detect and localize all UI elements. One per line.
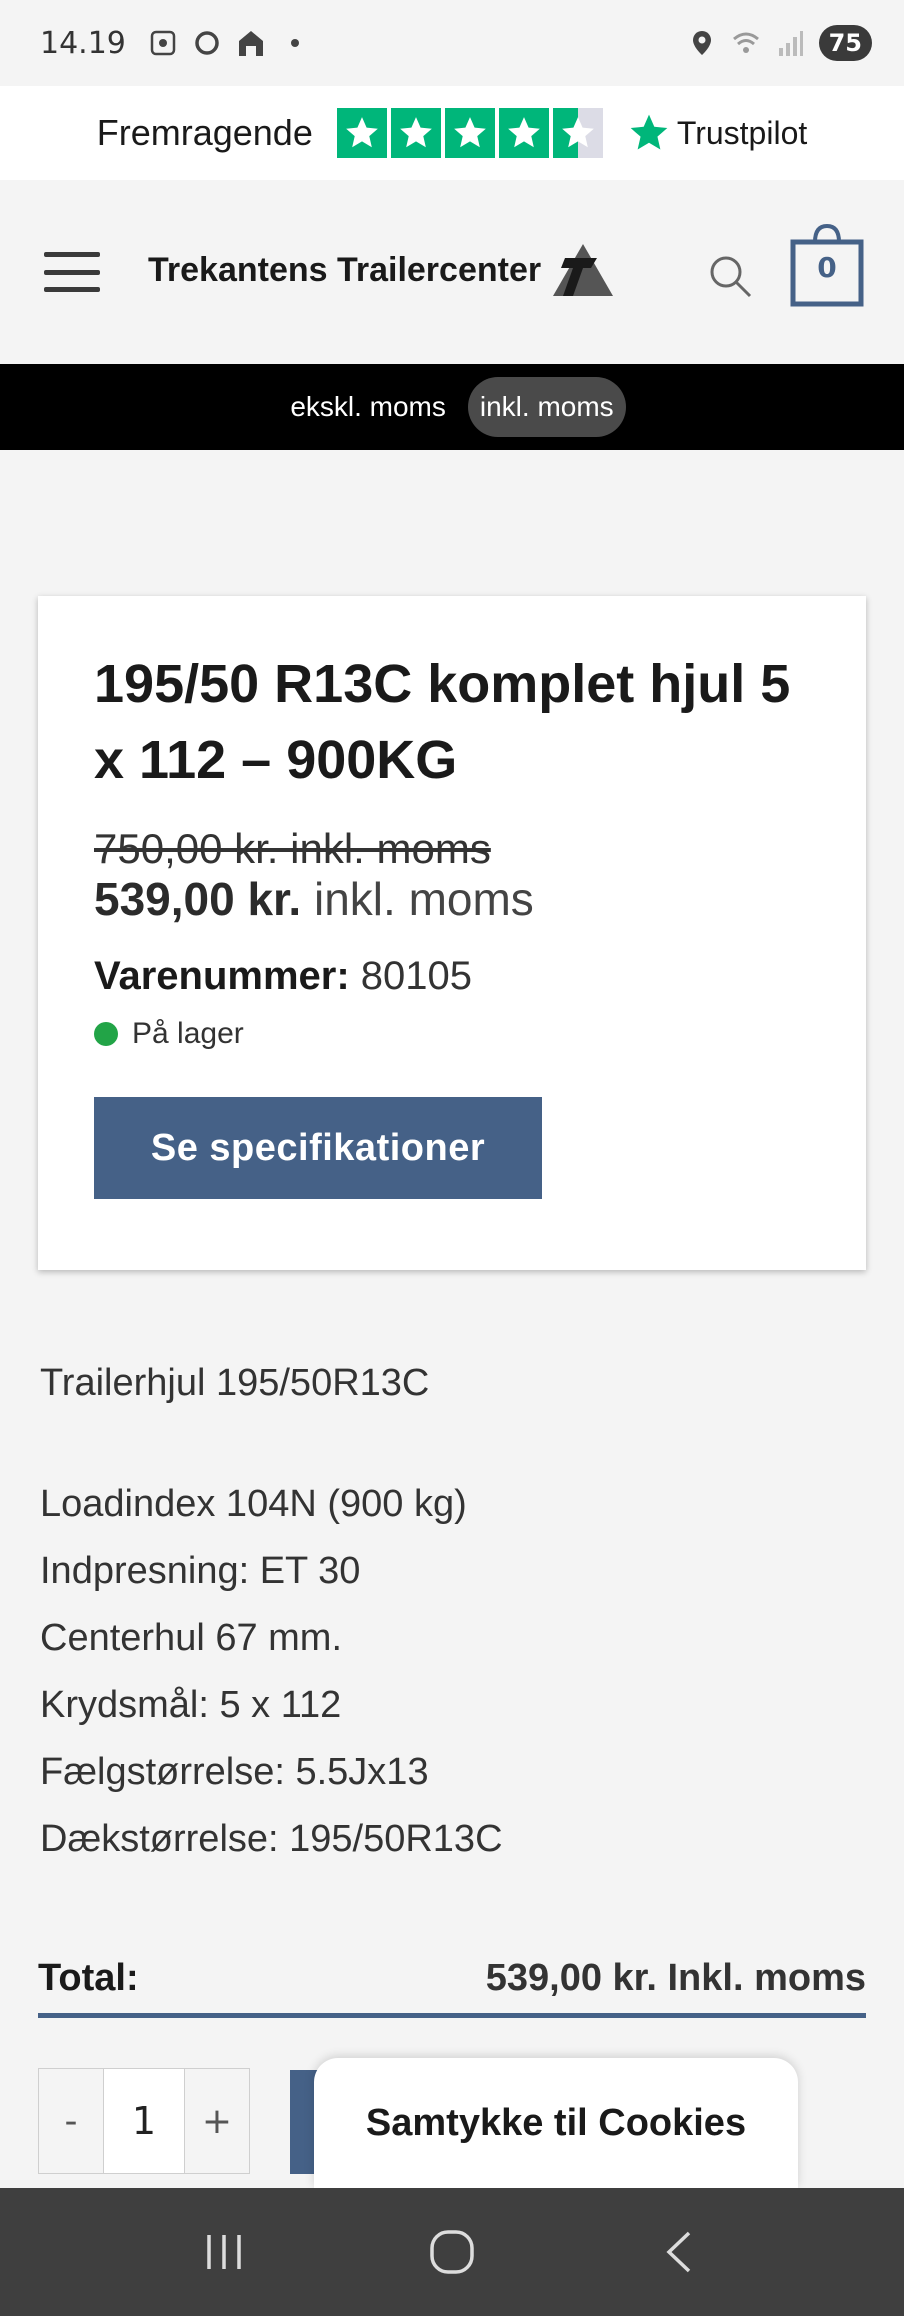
description-line: Centerhul 67 mm.	[40, 1617, 343, 1659]
trustpilot-stars	[336, 108, 603, 158]
logo-triangle-icon	[553, 244, 614, 296]
stock-dot-icon	[94, 1022, 118, 1046]
star-icon	[444, 108, 495, 158]
vat-excl-option[interactable]: ekskl. moms	[278, 377, 458, 437]
total-label: Total:	[38, 1957, 139, 1999]
system-nav-bar	[0, 2188, 904, 2316]
site-header: Trekantens Trailercenter 0	[0, 180, 904, 364]
search-icon[interactable]	[706, 252, 754, 300]
screenshot-icon	[150, 30, 176, 56]
star-icon	[336, 108, 387, 158]
quantity-stepper: - 1 +	[38, 2068, 250, 2174]
star-icon	[390, 108, 441, 158]
trustpilot-brand-text: Trustpilot	[676, 114, 808, 151]
description-intro: Trailerhjul 195/50R13C	[40, 1362, 430, 1404]
location-icon	[692, 31, 711, 55]
quantity-increase-button[interactable]: +	[185, 2069, 249, 2173]
status-time: 14.19	[40, 25, 126, 61]
see-specifications-button[interactable]: Se specifikationer	[94, 1097, 542, 1199]
half-star-icon	[552, 108, 603, 158]
stock-text: På lager	[132, 1017, 244, 1050]
status-bar: 14.19 75	[0, 0, 904, 86]
recent-apps-icon	[207, 2235, 241, 2269]
total-row: Total: 539,00 kr. Inkl. moms	[38, 1944, 866, 2018]
trustpilot-banner[interactable]: Fremragende Trustpilot	[0, 86, 904, 180]
status-system-icons: 75	[687, 0, 872, 86]
vat-incl-option[interactable]: inkl. moms	[467, 377, 626, 437]
description-line: Indpresning: ET 30	[40, 1550, 361, 1592]
back-chevron-icon	[666, 2231, 691, 2273]
sync-icon	[195, 31, 219, 55]
sku: Varenummer: 80105	[94, 954, 810, 999]
current-price-suffix: inkl. moms	[313, 873, 534, 925]
recent-apps-button[interactable]	[194, 2222, 254, 2282]
back-button[interactable]	[650, 2222, 710, 2282]
cart-count: 0	[817, 251, 837, 284]
old-price: 750,00 kr. inkl. moms	[94, 825, 491, 872]
vat-toggle-bar: ekskl. moms inkl. moms	[0, 364, 904, 450]
sku-label: Varenummer:	[94, 954, 350, 998]
home-circle-icon	[430, 2230, 474, 2274]
home-app-icon	[238, 31, 263, 56]
description-line: Krydsmål: 5 x 112	[40, 1684, 342, 1726]
quantity-input[interactable]: 1	[103, 2069, 185, 2173]
wifi-icon	[732, 32, 759, 53]
trustpilot-rating-label: Fremragende	[96, 112, 313, 153]
sku-value: 80105	[360, 954, 473, 998]
dot-icon	[290, 39, 299, 47]
product-title: 195/50 R13C komplet hjul 5 x 112 – 900KG	[94, 654, 791, 790]
site-logo[interactable]: Trekantens Trailercenter	[148, 240, 615, 300]
signal-icon	[778, 31, 803, 56]
total-value: 539,00 kr. Inkl. moms	[485, 1957, 866, 1999]
menu-icon[interactable]	[44, 252, 100, 292]
stock-status: På lager	[94, 1017, 810, 1051]
trustpilot-logo: Trustpilot	[627, 111, 807, 155]
description-line: Dækstørrelse: 195/50R13C	[40, 1818, 503, 1860]
current-price: 539,00 kr. inkl. moms	[94, 872, 810, 926]
home-button[interactable]	[422, 2222, 482, 2282]
trustpilot-star-icon	[630, 114, 668, 150]
cookie-consent-popup[interactable]: Samtykke til Cookies	[314, 2058, 798, 2188]
logo-text: Trekantens Trailercenter	[148, 250, 542, 289]
product-card: 195/50 R13C komplet hjul 5 x 112 – 900KG…	[38, 596, 866, 1270]
description-line: Fælgstørrelse: 5.5Jx13	[40, 1751, 429, 1793]
description-line: Loadindex 104N (900 kg)	[40, 1483, 467, 1525]
battery-indicator: 75	[818, 25, 872, 61]
star-icon	[498, 108, 549, 158]
quantity-decrease-button[interactable]: -	[39, 2069, 103, 2173]
cart-button[interactable]: 0	[790, 220, 864, 308]
status-notification-icons	[148, 28, 310, 58]
product-description: Trailerhjul 195/50R13C Loadindex 104N (9…	[40, 1350, 880, 1873]
current-price-value: 539,00 kr.	[94, 873, 302, 925]
